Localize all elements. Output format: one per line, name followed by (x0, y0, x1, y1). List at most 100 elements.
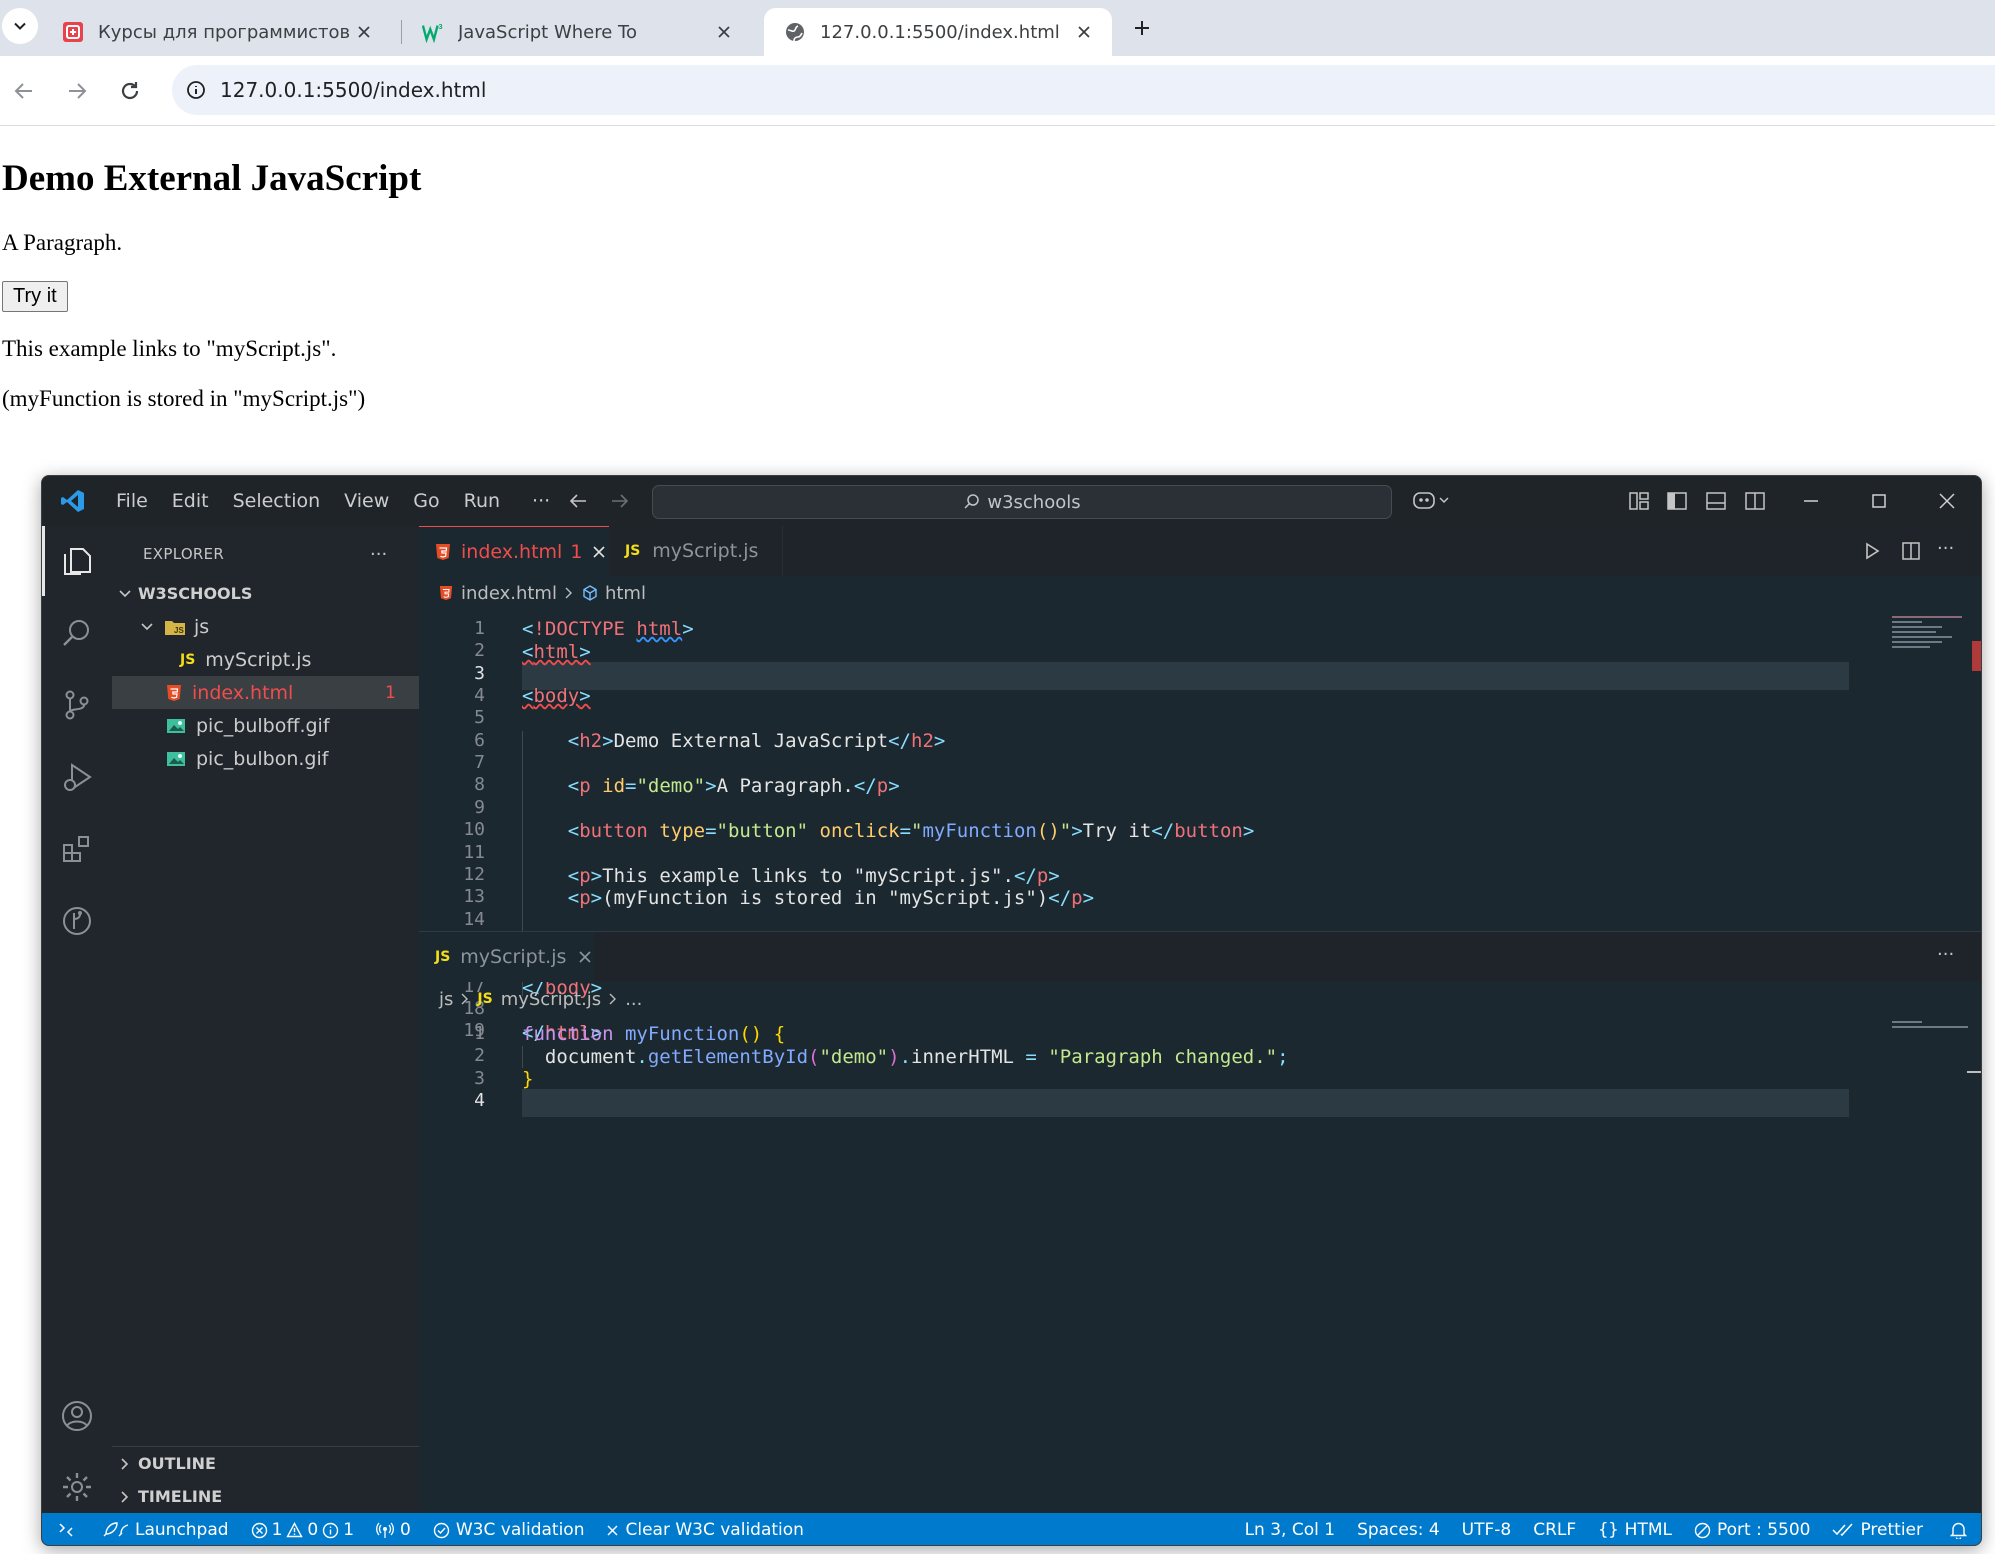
run-icon[interactable] (1862, 541, 1882, 561)
tree-item-file[interactable]: pic_bulbon.gif (112, 742, 419, 775)
browser-tab[interactable]: Курсы для программистов | Bi (42, 8, 392, 56)
browser-tab[interactable]: 3 JavaScript Where To (402, 8, 752, 56)
editor-tab-active[interactable]: JS myScript.js (419, 932, 594, 982)
account-icon[interactable] (42, 1381, 112, 1451)
run-debug-icon[interactable] (42, 742, 112, 812)
remote-indicator[interactable] (42, 1513, 90, 1545)
breadcrumb-item[interactable]: html (605, 583, 646, 604)
command-center-search[interactable]: w3schools (652, 485, 1392, 519)
indentation[interactable]: Spaces: 4 (1346, 1513, 1451, 1545)
tab-title: 127.0.0.1:5500/index.html (820, 21, 1060, 43)
tree-item-file-selected[interactable]: index.html 1 (112, 676, 419, 709)
gitlens-icon[interactable] (42, 886, 112, 956)
close-tab-icon[interactable] (1070, 18, 1098, 46)
code-line: <p>This example links to "myScript.js".<… (567, 865, 1060, 887)
line-number: 8 (474, 774, 485, 796)
cursor-position[interactable]: Ln 3, Col 1 (1234, 1513, 1347, 1545)
back-button[interactable] (4, 71, 44, 111)
editor-tab[interactable]: JS myScript.js (609, 526, 783, 576)
browser-tab-active[interactable]: 127.0.0.1:5500/index.html (764, 8, 1112, 56)
skillbox-favicon-icon (62, 21, 84, 43)
menu-file[interactable]: File (104, 490, 160, 512)
close-tab-icon[interactable] (710, 18, 738, 46)
breadcrumb-item[interactable]: index.html (461, 583, 557, 604)
address-bar[interactable]: 127.0.0.1:5500/index.html (172, 65, 1995, 115)
code-editor-js[interactable]: 1234 function myFunction() { document.ge… (419, 1016, 1981, 1136)
copilot-icon[interactable] (1412, 488, 1452, 512)
clear-w3c-item[interactable]: Clear W3C validation (595, 1513, 814, 1545)
nav-forward-icon[interactable] (609, 491, 629, 511)
toggle-panel-icon[interactable] (1705, 490, 1727, 512)
new-tab-button[interactable] (1124, 10, 1160, 46)
line-number: 6 (474, 729, 485, 751)
extensions-icon[interactable] (42, 814, 112, 884)
breadcrumb: index.html html (419, 576, 646, 610)
explorer-icon[interactable] (42, 526, 112, 596)
menu-selection[interactable]: Selection (221, 490, 333, 512)
split-editor-icon[interactable] (1901, 541, 1921, 561)
encoding[interactable]: UTF-8 (1451, 1513, 1523, 1545)
language-mode[interactable]: {} HTML (1587, 1513, 1683, 1545)
end-of-line[interactable]: CRLF (1522, 1513, 1587, 1545)
ports-item[interactable]: 0 (365, 1513, 422, 1545)
try-it-button[interactable]: Try it (2, 281, 68, 312)
nav-back-icon[interactable] (569, 491, 589, 511)
close-tab-icon[interactable] (578, 950, 592, 964)
search-icon[interactable] (42, 598, 112, 668)
code-line: function myFunction() { (522, 1023, 786, 1045)
tree-item-file[interactable]: pic_bulboff.gif (112, 709, 419, 742)
info-icon (322, 1522, 339, 1539)
toggle-secondary-sidebar-icon[interactable] (1744, 490, 1766, 512)
close-tab-icon[interactable] (592, 545, 606, 559)
w3c-validation-item[interactable]: W3C validation (422, 1513, 596, 1545)
workspace-folder-header[interactable]: W3SCHOOLS (112, 577, 419, 610)
editor-more-icon[interactable]: ··· (1937, 538, 1954, 559)
breadcrumb-item[interactable]: js (439, 989, 453, 1010)
settings-gear-icon[interactable] (42, 1452, 112, 1522)
line-number: 2 (474, 1045, 485, 1067)
timeline-section-header[interactable]: TIMELINE (112, 1480, 419, 1513)
chevron-down-icon (14, 22, 26, 30)
tree-item-label: index.html (192, 681, 294, 704)
editor-more-icon[interactable]: ··· (1937, 944, 1954, 965)
warning-icon (286, 1521, 304, 1539)
breadcrumb-item[interactable]: myScript.js (501, 989, 602, 1010)
workspace-folder-label: W3SCHOOLS (138, 584, 253, 603)
problems-item[interactable]: 1 0 1 (240, 1513, 365, 1545)
launchpad-item[interactable]: Launchpad (90, 1513, 240, 1545)
forward-button[interactable] (57, 71, 97, 111)
maximize-icon[interactable] (1870, 492, 1888, 510)
close-window-icon[interactable] (1938, 492, 1956, 510)
tab-search-button[interactable] (2, 8, 38, 44)
menu-view[interactable]: View (332, 490, 401, 512)
line-number: 13 (463, 886, 485, 908)
menu-edit[interactable]: Edit (160, 490, 221, 512)
notifications-bell[interactable] (1934, 1513, 1981, 1545)
plus-icon (1135, 21, 1149, 35)
source-control-icon[interactable] (42, 670, 112, 740)
double-check-icon (1832, 1523, 1854, 1537)
editor-tab-active[interactable]: index.html 1 (419, 526, 609, 576)
outline-section-header[interactable]: OUTLINE (112, 1447, 419, 1480)
line-number: 4 (474, 685, 485, 707)
customize-layout-icon[interactable] (1628, 490, 1650, 512)
minimap (1892, 1021, 1972, 1041)
site-info-icon[interactable] (186, 80, 206, 100)
live-server-port[interactable]: Port : 5500 (1683, 1513, 1822, 1545)
close-tab-icon[interactable] (350, 18, 378, 46)
menu-go[interactable]: Go (401, 490, 451, 512)
menu-more[interactable]: ··· (520, 490, 562, 512)
tab-problem-badge: 1 (570, 540, 583, 563)
breadcrumb-item[interactable]: ... (625, 989, 642, 1010)
line-number: 1 (474, 618, 485, 639)
reload-button[interactable] (110, 71, 150, 111)
menu-run[interactable]: Run (452, 490, 512, 512)
line-number: 4 (474, 1090, 485, 1112)
minimize-icon[interactable] (1802, 492, 1820, 510)
demo-paragraph: A Paragraph. (2, 230, 123, 255)
sidebar-more-icon[interactable]: ··· (370, 544, 387, 565)
prettier-item[interactable]: Prettier (1821, 1513, 1934, 1545)
tree-item-file[interactable]: JS myScript.js (112, 643, 419, 676)
toggle-sidebar-icon[interactable] (1666, 490, 1688, 512)
tree-item-folder[interactable]: JS js (112, 610, 419, 643)
